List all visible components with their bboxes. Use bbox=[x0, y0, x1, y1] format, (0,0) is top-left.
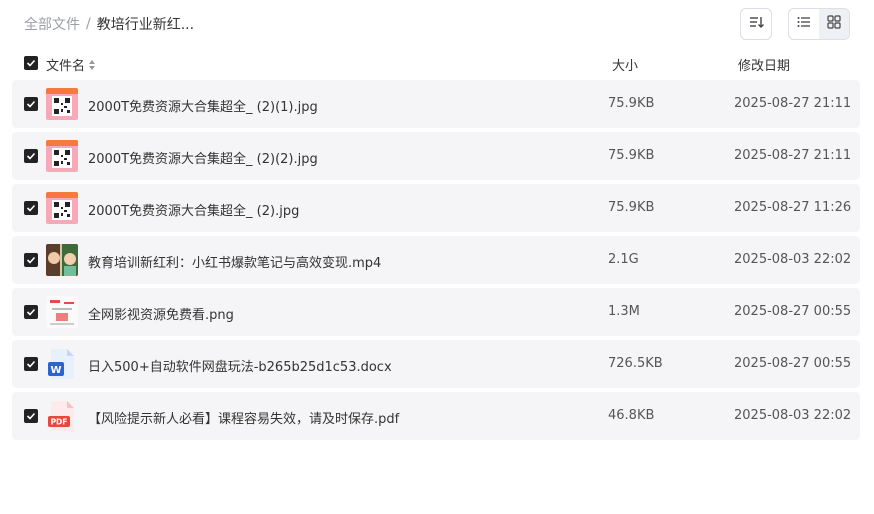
file-size: 46.8KB bbox=[608, 408, 655, 423]
sort-caret-icon bbox=[89, 59, 96, 70]
file-size: 2.1G bbox=[608, 252, 639, 267]
file-date: 2025-08-03 22:02 bbox=[734, 252, 852, 267]
file-size: 1.3M bbox=[608, 304, 640, 319]
row-checkbox[interactable] bbox=[24, 253, 38, 267]
column-header-name-label: 文件名 bbox=[46, 59, 86, 74]
row-checkbox[interactable] bbox=[24, 149, 38, 163]
svg-text:PDF: PDF bbox=[51, 418, 68, 427]
row-checkbox[interactable] bbox=[24, 97, 38, 111]
file-name[interactable]: 【风险提示新人必看】课程容易失效，请及时保存.pdf bbox=[88, 408, 399, 427]
sort-button[interactable] bbox=[740, 8, 772, 40]
table-row[interactable]: 全网影视资源免费看.png 1.3M 2025-08-27 00:55 bbox=[12, 288, 860, 336]
file-name[interactable]: 全网影视资源免费看.png bbox=[88, 304, 234, 323]
breadcrumb-separator: / bbox=[86, 16, 91, 32]
file-size: 75.9KB bbox=[608, 96, 655, 111]
breadcrumb: 全部文件 / 教培行业新红... bbox=[24, 14, 194, 34]
qr-image-thumb-icon bbox=[46, 88, 78, 120]
breadcrumb-current: 教培行业新红... bbox=[96, 17, 195, 33]
list-view-button[interactable] bbox=[789, 9, 819, 39]
table-row[interactable]: 教育培训新红利：小红书爆款笔记与高效变现.mp4 2.1G 2025-08-03… bbox=[12, 236, 860, 284]
row-checkbox[interactable] bbox=[24, 305, 38, 319]
qr-image-thumb-icon bbox=[46, 140, 78, 172]
png-thumb-icon bbox=[46, 296, 78, 328]
word-doc-icon: W bbox=[46, 348, 78, 380]
column-header-size[interactable]: 大小 bbox=[612, 55, 638, 74]
table-row[interactable]: 2000T免费资源大合集超全_ (2).jpg 75.9KB 2025-08-2… bbox=[12, 184, 860, 232]
file-date: 2025-08-03 22:02 bbox=[734, 408, 852, 423]
column-header-date[interactable]: 修改日期 bbox=[738, 55, 790, 74]
grid-view-icon bbox=[826, 14, 842, 34]
file-date: 2025-08-27 21:11 bbox=[734, 148, 852, 163]
row-checkbox[interactable] bbox=[24, 201, 38, 215]
file-name[interactable]: 教育培训新红利：小红书爆款笔记与高效变现.mp4 bbox=[88, 252, 381, 271]
file-size: 75.9KB bbox=[608, 148, 655, 163]
file-date: 2025-08-27 21:11 bbox=[734, 96, 852, 111]
view-toggle-group bbox=[788, 8, 850, 40]
grid-view-button[interactable] bbox=[819, 9, 849, 39]
file-date: 2025-08-27 00:55 bbox=[734, 356, 852, 371]
sort-order-icon bbox=[748, 14, 764, 34]
file-size: 726.5KB bbox=[608, 356, 663, 371]
file-size: 75.9KB bbox=[608, 200, 655, 215]
select-all-checkbox[interactable] bbox=[24, 56, 38, 70]
video-thumb-icon bbox=[46, 244, 78, 276]
svg-text:W: W bbox=[50, 365, 61, 376]
breadcrumb-root-link[interactable]: 全部文件 bbox=[24, 14, 80, 34]
top-bar: 全部文件 / 教培行业新红... bbox=[0, 0, 874, 48]
column-header-name[interactable]: 文件名 bbox=[46, 55, 96, 74]
table-row[interactable]: PDF 【风险提示新人必看】课程容易失效，请及时保存.pdf 46.8KB 20… bbox=[12, 392, 860, 440]
file-date: 2025-08-27 00:55 bbox=[734, 304, 852, 319]
file-date: 2025-08-27 11:26 bbox=[734, 200, 852, 215]
table-row[interactable]: 2000T免费资源大合集超全_ (2)(1).jpg 75.9KB 2025-0… bbox=[12, 80, 860, 128]
file-name[interactable]: 2000T免费资源大合集超全_ (2).jpg bbox=[88, 200, 299, 219]
table-row[interactable]: 2000T免费资源大合集超全_ (2)(2).jpg 75.9KB 2025-0… bbox=[12, 132, 860, 180]
qr-image-thumb-icon bbox=[46, 192, 78, 224]
list-view-icon bbox=[796, 14, 812, 34]
pdf-icon: PDF bbox=[46, 400, 78, 432]
file-name[interactable]: 日入500+自动软件网盘玩法-b265b25d1c53.docx bbox=[88, 356, 392, 375]
row-checkbox[interactable] bbox=[24, 409, 38, 423]
table-row[interactable]: W 日入500+自动软件网盘玩法-b265b25d1c53.docx 726.5… bbox=[12, 340, 860, 388]
row-checkbox[interactable] bbox=[24, 357, 38, 371]
file-name[interactable]: 2000T免费资源大合集超全_ (2)(2).jpg bbox=[88, 148, 318, 167]
file-list-header: 文件名 大小 修改日期 bbox=[12, 52, 860, 76]
file-list: 2000T免费资源大合集超全_ (2)(1).jpg 75.9KB 2025-0… bbox=[12, 80, 860, 444]
file-name[interactable]: 2000T免费资源大合集超全_ (2)(1).jpg bbox=[88, 96, 318, 115]
